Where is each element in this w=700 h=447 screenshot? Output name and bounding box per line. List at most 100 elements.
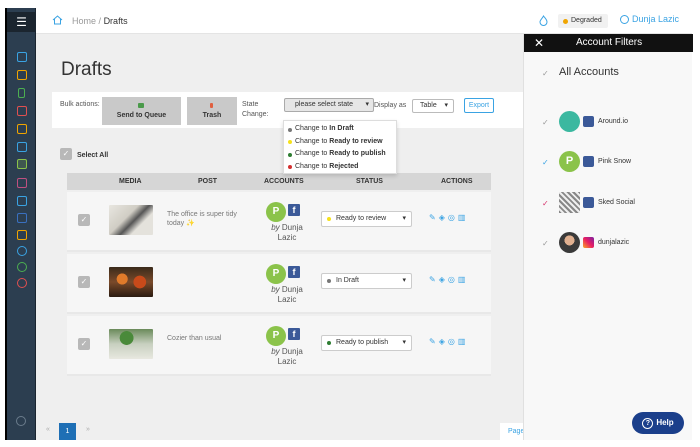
check-icon[interactable]: ✓ — [542, 69, 549, 78]
edit-icon[interactable]: ✎ — [429, 213, 439, 222]
author-label: by Dunja Lazic — [271, 347, 303, 366]
inbox-icon[interactable] — [17, 196, 27, 206]
page-label[interactable]: Page — [500, 423, 524, 440]
account-avatar: P — [266, 326, 286, 346]
breadcrumb-current: Drafts — [103, 16, 128, 26]
state-option-ready-to-publish[interactable]: Change to Ready to publish — [284, 148, 396, 161]
check-icon[interactable]: ✓ — [542, 158, 549, 167]
menu-icon[interactable]: ☰ — [7, 12, 36, 32]
home-icon[interactable] — [17, 52, 27, 62]
filters-title: Account Filters — [576, 37, 643, 48]
edit-icon[interactable]: ✎ — [429, 275, 439, 284]
row-actions: ✎◈◎▥ — [429, 337, 468, 346]
state-option-rejected[interactable]: Change to Rejected — [284, 161, 396, 174]
facebook-icon — [583, 156, 594, 167]
layers-icon[interactable]: ◈ — [439, 213, 448, 222]
user-name[interactable]: Dunja Lazic — [632, 14, 679, 24]
facebook-icon — [583, 116, 594, 127]
profile-icon[interactable] — [17, 246, 27, 256]
row-checkbox[interactable]: ✓ — [78, 214, 90, 226]
message-icon[interactable] — [17, 178, 27, 188]
send-to-queue-button[interactable]: Send to Queue — [102, 97, 181, 125]
check-icon[interactable]: ✓ — [542, 118, 549, 127]
table-row: ✓ The office is super tidy today ✨ P f b… — [67, 192, 491, 252]
header-media: MEDIA — [119, 178, 142, 185]
page-title: Drafts — [61, 59, 112, 80]
header-status: STATUS — [356, 178, 383, 185]
prev-page-button[interactable]: « — [46, 426, 50, 433]
power-icon[interactable] — [17, 278, 27, 288]
delete-icon[interactable]: ▥ — [458, 213, 469, 222]
author-label: by Dunja Lazic — [271, 285, 303, 304]
status-select[interactable]: Ready to review — [321, 211, 412, 227]
account-filters-panel: ✕ Account Filters ✓ All Accounts ✓ Aroun… — [523, 34, 693, 440]
check-icon[interactable]: ✓ — [542, 239, 549, 248]
media-thumbnail[interactable] — [109, 205, 153, 235]
account-name[interactable]: dunjalazic — [598, 239, 629, 246]
display-select[interactable]: Table — [412, 99, 454, 113]
status-select[interactable]: In Draft — [321, 273, 412, 289]
analytics-icon[interactable] — [17, 124, 27, 134]
page-1-button[interactable]: 1 — [59, 423, 76, 440]
delete-icon[interactable]: ▥ — [458, 337, 469, 346]
row-checkbox[interactable]: ✓ — [78, 338, 90, 350]
upload-icon[interactable] — [17, 70, 27, 80]
header-accounts: ACCOUNTS — [264, 178, 304, 185]
trash-button[interactable]: Trash — [187, 97, 237, 125]
top-header: Home / Drafts Degraded Dunja Lazic — [36, 8, 692, 34]
state-select[interactable]: please select state — [284, 98, 374, 112]
account-avatar: P — [266, 264, 286, 284]
delete-icon[interactable]: ▥ — [458, 275, 469, 284]
help-icon: ? — [642, 418, 654, 429]
user-icon[interactable] — [620, 15, 629, 24]
check-icon[interactable]: ✓ — [542, 199, 549, 208]
account-name[interactable]: Sked Social — [598, 199, 635, 206]
account-avatar — [559, 192, 580, 213]
layers-icon[interactable]: ◈ — [439, 337, 448, 346]
row-actions: ✎◈◎▥ — [429, 275, 468, 284]
layers-icon[interactable]: ◈ — [439, 275, 448, 284]
bulk-actions-label: Bulk actions: — [60, 101, 100, 108]
next-page-button[interactable]: » — [86, 426, 90, 433]
preview-icon[interactable]: ◎ — [448, 275, 458, 284]
help-button[interactable]: ? Help — [632, 412, 684, 434]
state-option-in-draft[interactable]: Change to In Draft — [284, 123, 396, 136]
all-accounts-filter[interactable]: All Accounts — [559, 66, 619, 78]
preview-icon[interactable]: ◎ — [448, 337, 458, 346]
calendar-icon[interactable] — [17, 106, 27, 116]
breadcrumb: Home / Drafts — [72, 16, 128, 26]
calendar-grid-icon[interactable] — [17, 142, 27, 152]
facebook-icon: f — [288, 204, 300, 216]
status-select[interactable]: Ready to publish — [321, 335, 412, 351]
trash-icon — [209, 102, 213, 108]
edit-icon[interactable]: ✎ — [429, 337, 439, 346]
phone-icon[interactable] — [18, 88, 25, 98]
account-avatar — [559, 111, 580, 132]
disabled-icon[interactable] — [16, 416, 26, 426]
flame-icon[interactable] — [539, 15, 548, 26]
settings-icon[interactable] — [17, 262, 27, 272]
drafts-icon[interactable] — [17, 159, 27, 169]
facebook-icon — [583, 197, 594, 208]
sidebar: ☰ — [5, 8, 36, 440]
media-thumbnail[interactable] — [109, 329, 153, 359]
close-icon[interactable]: ✕ — [534, 37, 544, 49]
breadcrumb-home[interactable]: Home — [72, 16, 96, 26]
queue-icon — [137, 102, 144, 108]
export-button[interactable]: Export — [464, 98, 494, 113]
display-as-label: Display as — [374, 102, 407, 109]
instagram-icon — [583, 237, 594, 248]
account-name[interactable]: Around.io — [598, 118, 628, 125]
post-text: Cozier than usual — [167, 335, 222, 342]
author-label: by Dunja Lazic — [271, 223, 303, 242]
select-all-checkbox[interactable]: ✓ — [60, 148, 72, 160]
users-icon[interactable] — [17, 213, 27, 223]
status-badge[interactable]: Degraded — [558, 14, 608, 28]
home-icon[interactable] — [52, 15, 63, 25]
row-checkbox[interactable]: ✓ — [78, 276, 90, 288]
media-thumbnail[interactable] — [109, 267, 153, 297]
account-name[interactable]: Pink Snow — [598, 158, 631, 165]
layers-icon[interactable] — [17, 230, 27, 240]
preview-icon[interactable]: ◎ — [448, 213, 458, 222]
state-option-ready-to-review[interactable]: Change to Ready to review — [284, 136, 396, 149]
